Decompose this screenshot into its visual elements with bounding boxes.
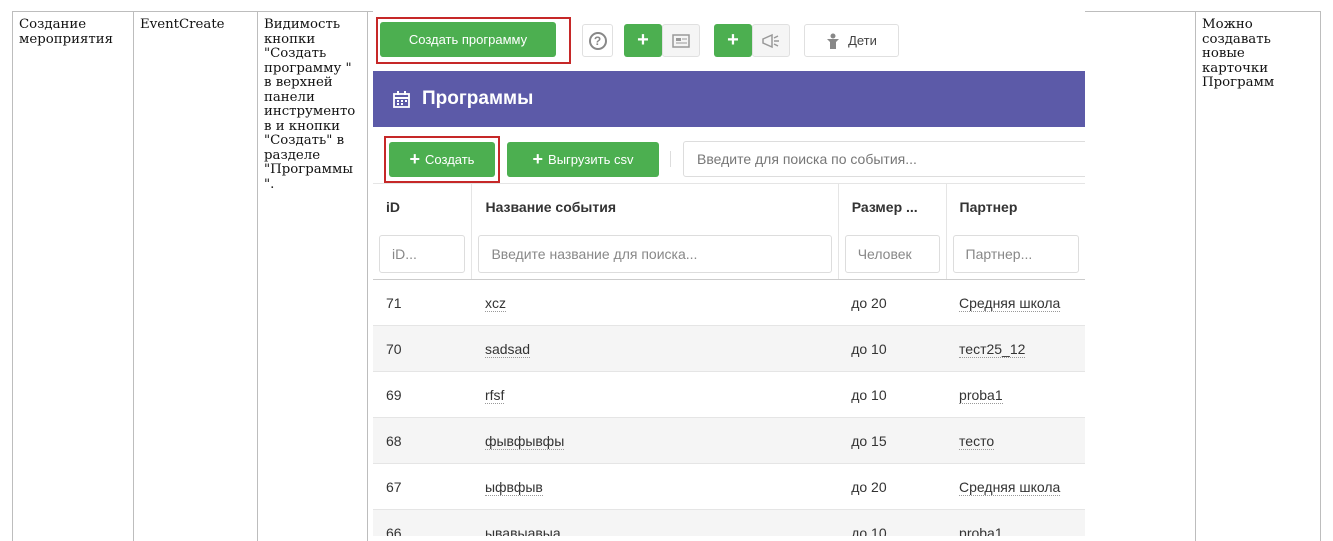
megaphone-icon: [762, 33, 779, 48]
description-text: Видимость кнопки "Создать программу " в …: [264, 17, 356, 192]
screenshot-programs: Создать программу ? + + Дети Программы +: [373, 11, 1085, 536]
row-name-link[interactable]: ыфвфыв: [484, 478, 543, 496]
row-partner-link[interactable]: тесто: [959, 432, 995, 450]
child-icon: [827, 33, 840, 49]
row-name-link[interactable]: sadsad: [484, 340, 531, 358]
row-name-cell: xcz: [471, 279, 839, 326]
row-id: 66: [373, 509, 472, 536]
row-name-cell: ывавыавыа: [471, 509, 839, 536]
top-toolbar: Создать программу ? + + Дети: [373, 11, 1085, 71]
row-partner-link[interactable]: Средняя школа: [959, 294, 1061, 312]
row-size: до 10: [838, 325, 947, 372]
plus-icon: +: [637, 29, 649, 51]
column-header-size[interactable]: Размер ...: [838, 183, 947, 230]
cell-permission-code: EventCreate: [133, 11, 257, 541]
filter-name-input[interactable]: Введите название для поиска...: [478, 235, 832, 274]
row-id: 69: [373, 371, 472, 418]
row-name-link[interactable]: xcz: [484, 294, 506, 312]
row-partner-link[interactable]: proba1: [959, 386, 1003, 404]
row-partner-link[interactable]: Средняя школа: [959, 478, 1061, 496]
calendar-icon: [393, 90, 410, 108]
search-input[interactable]: Введите для поиска по события...: [683, 141, 1085, 177]
filter-partner-input[interactable]: Партнер...: [952, 235, 1079, 274]
row-size: до 10: [838, 371, 947, 418]
row-name-cell: sadsad: [471, 325, 839, 372]
plus-icon: +: [532, 149, 544, 169]
filter-cell-id: iD...: [373, 229, 473, 280]
plus-icon: +: [727, 29, 739, 51]
divider: [670, 151, 671, 167]
children-button[interactable]: Дети: [804, 24, 899, 57]
row-size: до 20: [838, 279, 947, 326]
programs-table: iD Название события Размер ... Партнер i…: [373, 183, 1085, 536]
highlight-box-create-program: [376, 17, 571, 64]
add-news-button[interactable]: +: [624, 24, 662, 57]
action-name-text: Создание мероприятия: [19, 17, 113, 47]
row-partner-cell: Средняя школа: [946, 463, 1085, 510]
action-row: + Создать + Выгрузить csv Введите для по…: [373, 127, 1085, 187]
row-partner-cell: Средняя школа: [946, 279, 1085, 326]
column-header-partner[interactable]: Партнер: [946, 183, 1085, 230]
filter-id-input[interactable]: iD...: [379, 235, 466, 274]
row-name-cell: rfsf: [471, 371, 839, 418]
table-row[interactable]: 71 xcz до 20 Средняя школа: [373, 279, 1085, 326]
row-size: до 15: [838, 417, 947, 464]
row-partner-cell: тесто: [946, 417, 1085, 464]
table-row[interactable]: 66 ывавыавыа до 10 proba1: [373, 509, 1085, 536]
row-id: 68: [373, 417, 472, 464]
help-button[interactable]: ?: [582, 24, 613, 57]
cell-result: Можно создавать новые карточки Программ: [1195, 11, 1321, 541]
add-announcement-button[interactable]: +: [714, 24, 752, 57]
table-row[interactable]: 69 rfsf до 10 proba1: [373, 371, 1085, 418]
row-name-link[interactable]: rfsf: [484, 386, 505, 404]
permission-code-text: EventCreate: [140, 17, 225, 32]
row-id: 67: [373, 463, 472, 510]
page-title: Программы: [422, 88, 534, 109]
row-partner-link[interactable]: proba1: [959, 524, 1003, 536]
help-icon: ?: [588, 31, 607, 50]
cell-description: Видимость кнопки "Создать программу " в …: [257, 11, 367, 541]
filter-cell-name: Введите название для поиска...: [471, 229, 839, 280]
announcement-button[interactable]: [752, 24, 790, 57]
column-header-id[interactable]: iD: [373, 183, 473, 230]
filter-cell-size: Человек: [838, 229, 947, 280]
row-name-cell: фывфывфы: [471, 417, 839, 464]
row-partner-cell: proba1: [946, 509, 1085, 536]
row-id: 70: [373, 325, 472, 372]
children-label: Дети: [848, 33, 877, 48]
row-name-link[interactable]: ывавыавыа: [484, 524, 561, 536]
table-row[interactable]: 67 ыфвфыв до 20 Средняя школа: [373, 463, 1085, 510]
column-header-name[interactable]: Название события: [471, 183, 839, 230]
programs-header: Программы: [373, 71, 1085, 127]
cell-action-name: Создание мероприятия: [12, 11, 121, 541]
row-name-link[interactable]: фывфывфы: [484, 432, 565, 450]
export-label: Выгрузить csv: [548, 152, 634, 167]
result-text: Можно создавать новые карточки Программ: [1202, 17, 1275, 90]
newspaper-icon: [672, 33, 690, 48]
export-csv-button[interactable]: + Выгрузить csv: [507, 142, 659, 177]
filter-cell-partner: Партнер...: [946, 229, 1085, 280]
row-partner-cell: proba1: [946, 371, 1085, 418]
row-name-cell: ыфвфыв: [471, 463, 839, 510]
table-row[interactable]: 70 sadsad до 10 тест25_12: [373, 325, 1085, 372]
row-size: до 10: [838, 509, 947, 536]
table-row[interactable]: 68 фывфывфы до 15 тесто: [373, 417, 1085, 464]
filter-size-input[interactable]: Человек: [844, 235, 940, 274]
row-partner-cell: тест25_12: [946, 325, 1085, 372]
row-id: 71: [373, 279, 472, 326]
row-partner-link[interactable]: тест25_12: [959, 340, 1026, 358]
highlight-box-create: [384, 136, 500, 183]
news-button[interactable]: [662, 24, 700, 57]
row-size: до 20: [838, 463, 947, 510]
